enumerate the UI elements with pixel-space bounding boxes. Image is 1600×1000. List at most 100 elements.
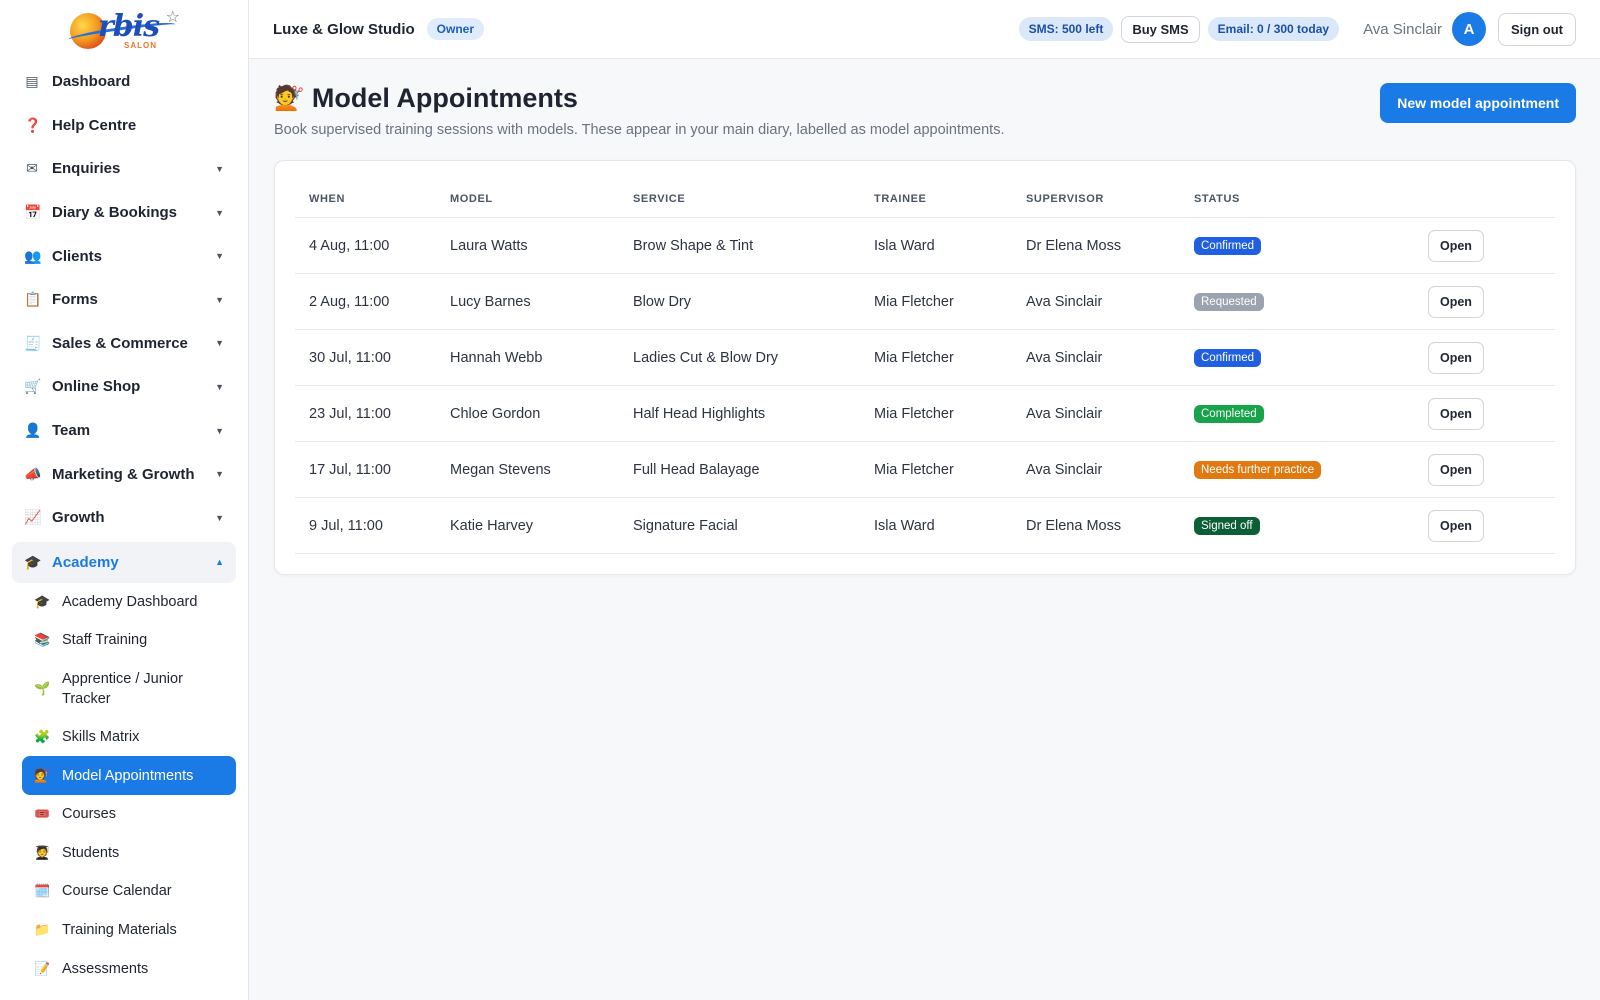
sidebar-subitem-course-calendar[interactable]: 🗓️ Course Calendar — [22, 872, 236, 911]
open-button[interactable]: Open — [1428, 341, 1484, 374]
cell-supervisor: Dr Elena Moss — [1012, 497, 1180, 554]
open-button[interactable]: Open — [1428, 285, 1484, 318]
page-title-text: Model Appointments — [311, 83, 578, 113]
sidebar-item-dashboard[interactable]: ▤ Dashboard — [12, 60, 236, 104]
sidebar-subitem-assessments[interactable]: 📝 Assessments — [22, 949, 236, 988]
main-content: 💇 Model Appointments Book supervised tra… — [274, 59, 1576, 575]
sidebar-item-diary-and-bookings[interactable]: 📅 Diary & Bookings ▼ — [12, 191, 236, 235]
table-row: 4 Aug, 11:00 Laura Watts Brow Shape & Tint… — [295, 217, 1555, 274]
sidebar-subitem-label: Training Materials — [62, 921, 177, 938]
ticket-icon: 🎟️ — [34, 806, 51, 822]
sidebar-item-growth[interactable]: 📈 Growth ▼ — [12, 496, 236, 540]
cell-trainee: Isla Ward — [860, 497, 1012, 554]
cell-service: Signature Facial — [619, 497, 860, 554]
cell-model: Laura Watts — [436, 217, 619, 274]
sidebar-item-academy[interactable]: 🎓 Academy ▲ — [12, 541, 236, 583]
email-quota-badge: Email: 0 / 300 today — [1207, 17, 1340, 41]
cell-supervisor: Ava Sinclair — [1012, 273, 1180, 330]
open-button[interactable]: Open — [1428, 509, 1484, 542]
column-header-service: SERVICE — [619, 181, 860, 218]
sidebar: rbis SALON ☆ ▤ Dashboard ❓ Help Centre ✉ Enqu… — [0, 0, 249, 1000]
sidebar-subitem-skills-matrix[interactable]: 🧩 Skills Matrix — [22, 718, 236, 757]
receipt-icon: 🧾 — [24, 334, 42, 351]
status-badge: Confirmed — [1194, 236, 1262, 255]
cell-when: 23 Jul, 11:00 — [295, 385, 436, 442]
logo-text: rbis — [98, 9, 160, 44]
sidebar-subitem-staff-training[interactable]: 📚 Staff Training — [22, 621, 236, 660]
column-header-actions — [1414, 181, 1555, 218]
chevron-down-icon: ▼ — [215, 163, 224, 174]
sidebar-item-team[interactable]: 👤 Team ▼ — [12, 409, 236, 453]
cell-trainee: Mia Fletcher — [860, 329, 1012, 386]
chevron-down-icon: ▼ — [215, 381, 224, 392]
chevron-down-icon: ▼ — [215, 338, 224, 349]
haircut-icon: 💇 — [274, 85, 304, 112]
graduation-cap-icon: 🎓 — [34, 593, 51, 609]
chart-up-icon: 📈 — [24, 509, 42, 526]
open-button[interactable]: Open — [1428, 453, 1484, 486]
sidebar-item-marketing-and-growth[interactable]: 📣 Marketing & Growth ▼ — [12, 452, 236, 496]
top-header: Luxe & Glow Studio Owner SMS: 500 left B… — [249, 0, 1600, 59]
sidebar-item-online-shop[interactable]: 🛒 Online Shop ▼ — [12, 365, 236, 409]
sidebar-subitem-label: Skills Matrix — [62, 729, 140, 746]
status-badge: Requested — [1194, 292, 1264, 311]
sidebar-subitem-academy-dashboard[interactable]: 🎓 Academy Dashboard — [22, 583, 236, 622]
cell-trainee: Mia Fletcher — [860, 273, 1012, 330]
sidebar-item-help-centre[interactable]: ❓ Help Centre — [12, 104, 236, 148]
student-icon: 🧑‍🎓 — [34, 844, 51, 860]
open-button[interactable]: Open — [1428, 229, 1484, 262]
seedling-icon: 🌱 — [34, 680, 51, 696]
new-model-appointment-button[interactable]: New model appointment — [1380, 83, 1576, 123]
megaphone-icon: 📣 — [24, 465, 42, 482]
column-header-status: STATUS — [1180, 181, 1414, 218]
sidebar-item-label: Forms — [52, 291, 98, 309]
buy-sms-button[interactable]: Buy SMS — [1121, 15, 1200, 43]
sidebar-item-clients[interactable]: 👥 Clients ▼ — [12, 234, 236, 278]
status-badge: Completed — [1194, 404, 1264, 423]
page-heading: 💇 Model Appointments Book supervised tra… — [274, 83, 1005, 138]
appointments-table: WHEN MODEL SERVICE TRAINEE SUPERVISOR STATUS … — [295, 181, 1555, 554]
cell-actions: Open — [1414, 497, 1555, 554]
cell-service: Full Head Balayage — [619, 441, 860, 498]
chevron-down-icon: ▼ — [215, 425, 224, 436]
orbis-logo-icon: rbis SALON ☆ — [67, 7, 180, 51]
sidebar-item-label: Dashboard — [52, 73, 131, 91]
avatar[interactable]: A — [1452, 12, 1486, 46]
page-title: 💇 Model Appointments — [274, 83, 1005, 114]
sidebar-subitem-label: Assessments — [62, 960, 149, 977]
sign-out-button[interactable]: Sign out — [1498, 12, 1576, 46]
sidebar-item-sales-and-commerce[interactable]: 🧾 Sales & Commerce ▼ — [12, 322, 236, 366]
sidebar-subitem-courses[interactable]: 🎟️ Courses — [22, 795, 236, 834]
cell-actions: Open — [1414, 273, 1555, 330]
studio-name: Luxe & Glow Studio — [273, 20, 415, 38]
memo-icon: 📝 — [34, 960, 51, 976]
sidebar-subitem-students[interactable]: 🧑‍🎓 Students — [22, 834, 236, 873]
table-row: 23 Jul, 11:00 Chloe Gordon Half Head Highl… — [295, 385, 1555, 442]
cell-supervisor: Ava Sinclair — [1012, 441, 1180, 498]
open-button[interactable]: Open — [1428, 397, 1484, 430]
cell-when: 4 Aug, 11:00 — [295, 217, 436, 274]
column-header-when: WHEN — [295, 181, 436, 218]
sidebar-item-forms[interactable]: 📋 Forms ▼ — [12, 278, 236, 322]
sidebar-subitem-training-materials[interactable]: 📁 Training Materials — [22, 911, 236, 950]
sidebar-subitem-model-appointments[interactable]: 💇 Model Appointments — [22, 756, 236, 795]
chevron-down-icon: ▼ — [215, 251, 224, 262]
sidebar-subitem-label: Course Calendar — [62, 883, 172, 900]
cell-service: Ladies Cut & Blow Dry — [619, 329, 860, 386]
page-header: 💇 Model Appointments Book supervised tra… — [274, 83, 1576, 138]
sidebar-item-enquiries[interactable]: ✉ Enquiries ▼ — [12, 147, 236, 191]
cell-trainee: Mia Fletcher — [860, 441, 1012, 498]
cell-when: 2 Aug, 11:00 — [295, 273, 436, 330]
brand-logo[interactable]: rbis SALON ☆ — [0, 0, 248, 58]
sidebar-item-label: Diary & Bookings — [52, 204, 178, 222]
sidebar-item-label: Clients — [52, 247, 103, 265]
user-name: Ava Sinclair — [1363, 20, 1442, 38]
cell-service: Brow Shape & Tint — [619, 217, 860, 274]
sidebar-subitem-label: Academy Dashboard — [62, 593, 198, 610]
cell-status: Confirmed — [1180, 217, 1414, 274]
cell-model: Megan Stevens — [436, 441, 619, 498]
chevron-up-icon: ▲ — [215, 557, 224, 568]
cell-when: 30 Jul, 11:00 — [295, 329, 436, 386]
sidebar-subitem-apprentice-junior-tracker[interactable]: 🌱 Apprentice / Junior Tracker — [22, 660, 236, 718]
books-icon: 📚 — [34, 632, 51, 648]
